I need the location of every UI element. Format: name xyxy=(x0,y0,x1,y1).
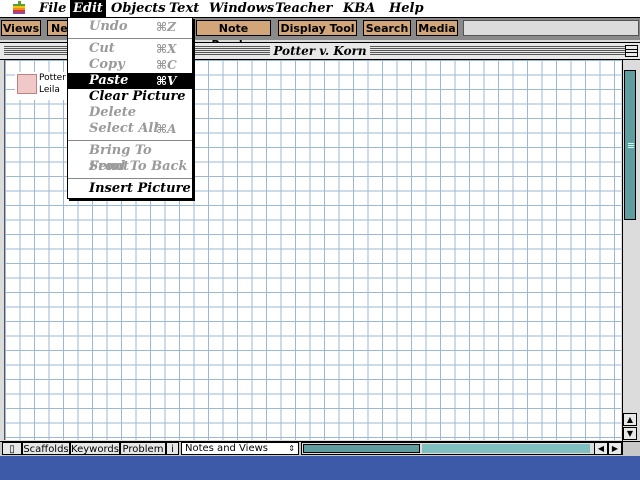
menu-item-shortcut: ⌘Z xyxy=(156,20,176,34)
menu-item-insert-picture[interactable]: Insert Picture xyxy=(68,181,192,197)
menu-item-copy[interactable]: Copy ⌘C xyxy=(68,57,192,73)
menu-item-shortcut: ⌘X xyxy=(156,42,177,56)
object-label-line2: Leila xyxy=(39,85,60,95)
horizontal-scroll-track xyxy=(422,444,590,453)
apple-icon xyxy=(13,1,25,14)
menu-separator xyxy=(68,178,192,179)
search-button[interactable]: Search xyxy=(363,20,411,36)
media-button[interactable]: Media xyxy=(416,20,458,36)
note-reader-button[interactable]: Note Reader xyxy=(196,20,271,51)
horizontal-scrollbar[interactable]: ◀ ▶ xyxy=(301,442,623,455)
window-title: Potter v. Korn xyxy=(270,43,370,59)
grip-line xyxy=(628,143,634,144)
scroll-up-icon[interactable]: ▲ xyxy=(623,413,637,426)
menu-bar: File Edit Objects Text Windows Teacher K… xyxy=(0,0,640,18)
menu-item-label: Paste xyxy=(89,73,129,88)
vertical-scrollbar[interactable]: ▲ ▼ xyxy=(622,60,638,441)
menu-item-delete[interactable]: Delete xyxy=(68,105,192,121)
menu-item-label: Cut xyxy=(89,41,115,56)
menu-kba[interactable]: KBA xyxy=(340,0,378,17)
zoom-box-icon[interactable] xyxy=(625,45,638,57)
tab-problem[interactable]: Problem xyxy=(120,442,166,455)
menu-item-paste[interactable]: Paste ⌘V xyxy=(68,73,192,89)
status-bar: ▯ Scaffolds Keywords Problem i Notes and… xyxy=(0,441,640,456)
desktop-background xyxy=(0,456,640,480)
object-label-line1: Potter xyxy=(39,73,66,83)
select-arrows-icon: ⇕ xyxy=(288,444,295,453)
menu-help[interactable]: Help xyxy=(386,0,427,17)
scroll-right-icon[interactable]: ▶ xyxy=(608,442,622,455)
menu-item-cut[interactable]: Cut ⌘X xyxy=(68,41,192,57)
menu-text[interactable]: Text xyxy=(166,0,202,17)
menu-item-select-all[interactable]: Select All ⌘A xyxy=(68,121,192,137)
menu-item-label: Send To Back xyxy=(89,159,188,174)
menu-item-label: Copy xyxy=(89,57,125,72)
menu-windows[interactable]: Windows xyxy=(206,0,277,17)
menu-teacher[interactable]: Teacher xyxy=(272,0,335,17)
menu-file[interactable]: File xyxy=(36,0,69,17)
tab-scaffolds[interactable]: Scaffolds xyxy=(22,442,70,455)
vertical-scroll-thumb[interactable] xyxy=(624,70,636,220)
menu-item-label: Undo xyxy=(89,19,128,34)
menu-item-label: Insert Picture xyxy=(89,181,191,196)
menu-item-label: Select All xyxy=(89,121,159,136)
scroll-left-icon[interactable]: ◀ xyxy=(594,442,608,455)
object-swatch xyxy=(17,74,37,94)
canvas-object[interactable]: Potter Leila xyxy=(15,72,75,100)
info-button[interactable]: i xyxy=(166,442,179,455)
toolbar-empty-slot xyxy=(463,20,639,36)
edit-menu-dropdown: Undo ⌘Z Cut ⌘X Copy ⌘C Paste ⌘V Clear Pi… xyxy=(67,17,193,199)
menu-item-undo[interactable]: Undo ⌘Z xyxy=(68,19,192,35)
horizontal-scroll-thumb[interactable] xyxy=(303,444,420,453)
grip-line xyxy=(628,147,634,148)
apple-menu[interactable] xyxy=(10,0,34,17)
menu-item-shortcut: ⌘C xyxy=(156,58,177,72)
menu-separator xyxy=(68,140,192,141)
menu-item-label: Delete xyxy=(89,105,137,120)
notes-select-value: Notes and Views xyxy=(185,443,268,454)
menu-item-shortcut: ⌘V xyxy=(156,74,177,88)
object-label: Potter Leila xyxy=(39,72,66,96)
menu-item-bring-to-front[interactable]: Bring To Front xyxy=(68,143,192,174)
tab-keywords[interactable]: Keywords xyxy=(70,442,120,455)
menu-item-label: Clear Picture xyxy=(89,89,186,104)
menu-separator xyxy=(68,38,192,39)
views-button[interactable]: Views xyxy=(1,20,41,36)
menu-item-shortcut: ⌘A xyxy=(156,122,177,136)
page-icon[interactable]: ▯ xyxy=(2,442,22,455)
display-tool-button[interactable]: Display Tool xyxy=(278,20,357,36)
menu-item-send-to-back[interactable]: Send To Back xyxy=(68,159,192,175)
grip-line xyxy=(628,145,634,146)
menu-edit[interactable]: Edit xyxy=(70,0,106,17)
scroll-down-icon[interactable]: ▼ xyxy=(623,427,637,440)
menu-item-clear-picture[interactable]: Clear Picture xyxy=(68,89,192,105)
menu-objects[interactable]: Objects xyxy=(108,0,169,17)
notes-views-select[interactable]: Notes and Views ⇕ xyxy=(181,442,299,455)
